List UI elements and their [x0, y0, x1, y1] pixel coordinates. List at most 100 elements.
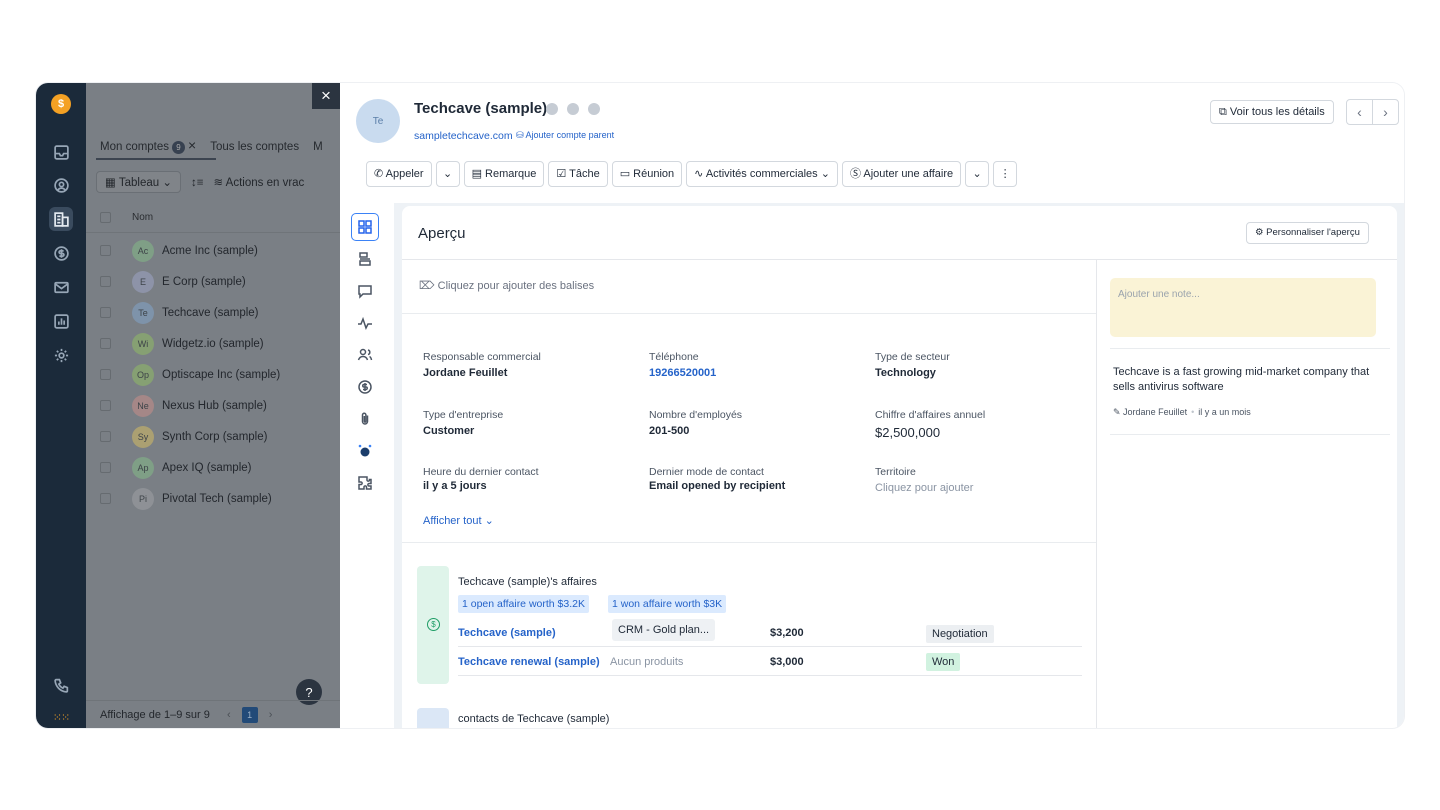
linkedin-icon[interactable]: [588, 103, 600, 115]
field-last-contact-mode[interactable]: Dernier mode de contact Email opened by r…: [649, 466, 785, 492]
deals-icon[interactable]: [49, 241, 73, 265]
field-annual-revenue[interactable]: Chiffre d'affaires annuel $2,500,000: [875, 409, 985, 440]
sales-activities-button[interactable]: ∿ Activités commerciales ⌄: [686, 161, 838, 187]
row-checkbox[interactable]: [100, 276, 111, 287]
account-name-link[interactable]: Acme Inc (sample): [162, 245, 258, 257]
contacts-icon[interactable]: [49, 173, 73, 197]
bulk-actions-button[interactable]: ≋ Actions en vrac: [213, 177, 304, 189]
customize-overview-button[interactable]: ⚙ Personnaliser l'aperçu: [1246, 222, 1369, 244]
timeline-tab-icon[interactable]: [351, 245, 379, 273]
note-button[interactable]: ▤ Remarque: [463, 161, 545, 187]
overview-tab-icon[interactable]: [351, 213, 379, 241]
field-last-contact[interactable]: Heure du dernier contact il y a 5 jours: [423, 466, 539, 492]
field-phone[interactable]: Téléphone 19266520001: [649, 351, 716, 379]
account-name-link[interactable]: Optiscape Inc (sample): [162, 369, 280, 381]
list-item[interactable]: Ne Nexus Hub (sample): [86, 390, 340, 421]
field-industry[interactable]: Type de secteur Technology: [875, 351, 950, 379]
account-name-link[interactable]: E Corp (sample): [162, 276, 246, 288]
call-dropdown-button[interactable]: ⌄: [435, 161, 460, 187]
column-header-name[interactable]: Nom: [132, 212, 153, 223]
sort-icon[interactable]: ↕≡: [191, 177, 203, 189]
add-note-input[interactable]: Ajouter une note...: [1110, 278, 1376, 337]
activity-tab-icon[interactable]: [351, 309, 379, 337]
field-company-type[interactable]: Type d'entreprise Customer: [423, 409, 503, 437]
list-item[interactable]: Ac Acme Inc (sample): [86, 235, 340, 266]
view-all-details-button[interactable]: ⧉ Voir tous les détails: [1210, 100, 1334, 124]
won-deals-badge[interactable]: 1 won affaire worth $3K: [608, 595, 727, 613]
dollar-icon: Ⓢ: [849, 168, 864, 180]
add-deal-button[interactable]: Ⓢ Ajouter une affaire: [841, 161, 962, 187]
field-owner[interactable]: Responsable commercial Jordane Feuillet: [423, 351, 541, 379]
apps-grid-icon[interactable]: ⁙⁙: [49, 705, 73, 728]
twitter-icon[interactable]: [567, 103, 579, 115]
list-item[interactable]: Pi Pivotal Tech (sample): [86, 483, 340, 514]
show-all-link[interactable]: Afficher tout ⌄: [423, 514, 494, 527]
field-employees[interactable]: Nombre d'employés 201-500: [649, 409, 742, 437]
prev-record-button[interactable]: ‹: [1346, 99, 1373, 125]
row-checkbox[interactable]: [100, 431, 111, 442]
deal-name-link[interactable]: Techcave (sample): [458, 627, 556, 639]
assistant-tab-icon[interactable]: [351, 437, 379, 465]
view-selector[interactable]: ▦ Tableau ⌄: [96, 171, 181, 193]
deals-tab-icon[interactable]: [351, 373, 379, 401]
integrations-tab-icon[interactable]: [351, 469, 379, 497]
row-checkbox[interactable]: [100, 307, 111, 318]
tab-close-icon[interactable]: ×: [188, 137, 196, 153]
list-item[interactable]: Te Techcave (sample): [86, 297, 340, 328]
domain-link[interactable]: sampletechcave.com: [414, 130, 513, 142]
next-record-button[interactable]: ›: [1372, 99, 1399, 125]
deal-name-link[interactable]: Techcave renewal (sample): [458, 656, 600, 668]
deal-stage-badge: Won: [926, 653, 961, 671]
phone-icon[interactable]: [49, 673, 73, 697]
call-button[interactable]: ✆ Appeler: [366, 161, 432, 187]
reports-icon[interactable]: [49, 309, 73, 333]
field-territory[interactable]: Territoire Cliquez pour ajouter: [875, 466, 973, 494]
account-name-link[interactable]: Widgetz.io (sample): [162, 338, 264, 350]
deal-stage-badge: Negotiation: [926, 625, 994, 643]
row-checkbox[interactable]: [100, 400, 111, 411]
account-name-link[interactable]: Techcave (sample): [162, 307, 259, 319]
tab-my-accounts[interactable]: Mon comptes: [100, 141, 169, 153]
more-actions-button[interactable]: ⋮: [993, 161, 1018, 187]
open-deals-badge[interactable]: 1 open affaire worth $3.2K: [458, 595, 589, 613]
row-checkbox[interactable]: [100, 462, 111, 473]
row-checkbox[interactable]: [100, 369, 111, 380]
deal-product[interactable]: CRM - Gold plan...: [612, 619, 716, 641]
tab-all-accounts[interactable]: Tous les comptes: [210, 141, 299, 153]
settings-icon[interactable]: [49, 343, 73, 367]
app-logo-icon[interactable]: $: [51, 94, 71, 114]
add-parent-link[interactable]: ⛁ Ajouter compte parent: [516, 130, 614, 141]
add-tags-link[interactable]: ⌦ Cliquez pour ajouter des balises: [419, 279, 594, 292]
row-checkbox[interactable]: [100, 245, 111, 256]
meeting-button[interactable]: ▭ Réunion: [611, 161, 683, 187]
pager-page-1[interactable]: 1: [241, 707, 258, 724]
account-name-link[interactable]: Apex IQ (sample): [162, 462, 251, 474]
email-icon[interactable]: [49, 275, 73, 299]
account-name-link[interactable]: Synth Corp (sample): [162, 431, 267, 443]
phone-link[interactable]: 19266520001: [649, 367, 716, 379]
facebook-icon[interactable]: [546, 103, 558, 115]
account-name-link[interactable]: Pivotal Tech (sample): [162, 493, 272, 505]
list-item[interactable]: Op Optiscape Inc (sample): [86, 359, 340, 390]
comments-tab-icon[interactable]: [351, 277, 379, 305]
list-item[interactable]: E E Corp (sample): [86, 266, 340, 297]
list-item[interactable]: Ap Apex IQ (sample): [86, 452, 340, 483]
list-item[interactable]: Wi Widgetz.io (sample): [86, 328, 340, 359]
account-avatar: E: [132, 270, 154, 293]
task-button[interactable]: ☑ Tâche: [548, 161, 608, 187]
accounts-icon[interactable]: [49, 207, 73, 231]
inbox-icon[interactable]: [49, 140, 73, 164]
list-item[interactable]: Sy Synth Corp (sample): [86, 421, 340, 452]
people-tab-icon[interactable]: [351, 341, 379, 369]
select-all-checkbox[interactable]: [100, 212, 111, 223]
pager-prev-icon[interactable]: ‹: [227, 709, 231, 721]
meeting-label: Réunion: [633, 168, 675, 180]
add-deal-dropdown-button[interactable]: ⌄: [965, 161, 990, 187]
row-checkbox[interactable]: [100, 338, 111, 349]
tab-more[interactable]: M: [313, 141, 323, 153]
account-name-link[interactable]: Nexus Hub (sample): [162, 400, 267, 412]
row-checkbox[interactable]: [100, 493, 111, 504]
pager-next-icon[interactable]: ›: [269, 709, 273, 721]
close-button[interactable]: ×: [312, 83, 340, 109]
attachments-tab-icon[interactable]: [351, 405, 379, 433]
